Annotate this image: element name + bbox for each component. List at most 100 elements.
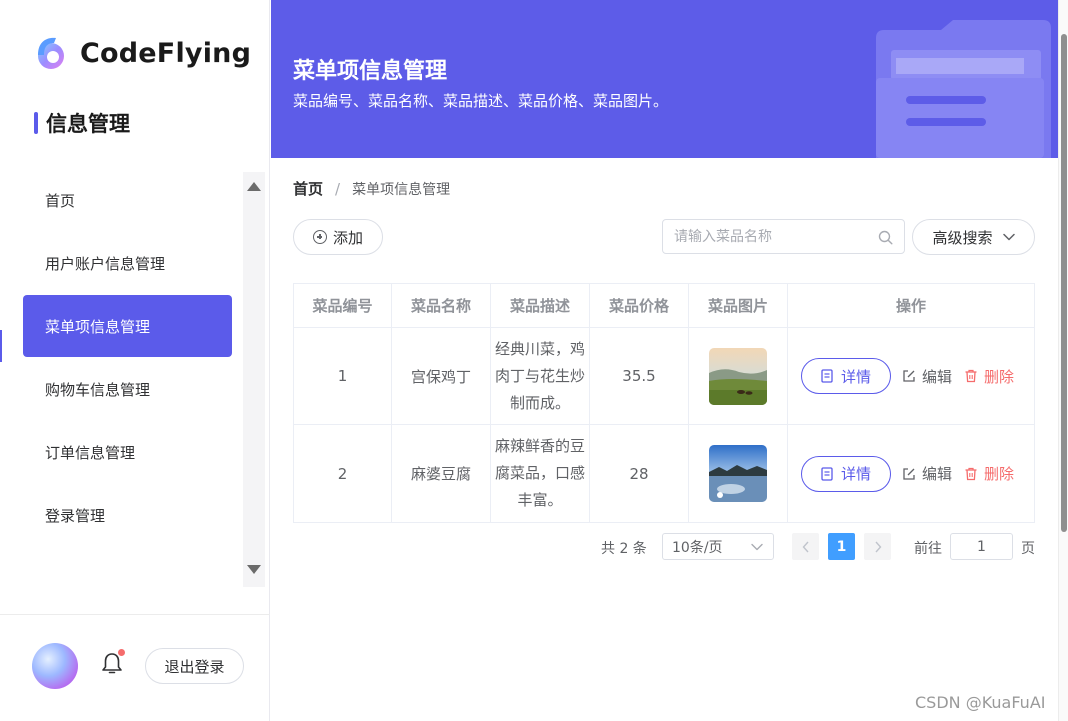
cell-description: 经典川菜，鸡肉丁与花生炒制而成。	[491, 328, 590, 424]
trash-icon	[965, 467, 977, 480]
goto-label: 前往	[914, 541, 942, 557]
breadcrumb-home[interactable]: 首页	[293, 178, 323, 199]
watermark: CSDN @KuaFuAI	[915, 693, 1046, 712]
table-row: 2 麻婆豆腐 麻辣鲜香的豆腐菜品，口感丰富。 28 详情 编辑 删除	[294, 425, 1034, 522]
table-row: 1 宫保鸡丁 经典川菜，鸡肉丁与花生炒制而成。 35.5 详情 编辑 删除	[294, 328, 1034, 425]
avatar[interactable]	[32, 643, 78, 689]
section-title-bar	[34, 112, 38, 134]
cell-id: 1	[294, 328, 392, 424]
advanced-search-button[interactable]: 高级搜索	[912, 219, 1035, 255]
sidebar-scrollbar[interactable]	[243, 172, 265, 587]
sidebar-menu: 首页 用户账户信息管理 菜单项信息管理 购物车信息管理 订单信息管理 登录管理	[23, 169, 243, 589]
cell-price: 28	[590, 425, 689, 522]
cell-name: 宫保鸡丁	[392, 328, 491, 424]
advanced-search-label: 高级搜索	[932, 228, 993, 247]
app-name: CodeFlying	[80, 37, 252, 69]
dish-thumbnail[interactable]	[709, 347, 767, 405]
sidebar-item-label: 购物车信息管理	[45, 380, 151, 399]
sidebar-item-orders[interactable]: 订单信息管理	[23, 421, 232, 483]
cell-price: 35.5	[590, 328, 689, 424]
row-actions: 详情 编辑 删除	[788, 455, 1034, 492]
breadcrumb: 首页 / 菜单项信息管理	[293, 178, 450, 199]
delete-button-label: 删除	[984, 367, 1015, 386]
add-button[interactable]: 添加	[293, 219, 383, 255]
search-box[interactable]	[662, 219, 905, 254]
plus-circle-icon	[312, 230, 327, 244]
sidebar-item-label: 菜单项信息管理	[45, 317, 151, 336]
cell-description-text: 经典川菜，鸡肉丁与花生炒制而成。	[494, 339, 585, 412]
column-header-image: 菜品图片	[689, 284, 788, 327]
section-title-text: 信息管理	[46, 112, 130, 136]
edit-icon	[903, 467, 915, 480]
sidebar-item-label: 订单信息管理	[45, 443, 136, 462]
page-subtitle: 菜品编号、菜品名称、菜品描述、菜品价格、菜品图片。	[293, 92, 669, 110]
edit-button-label: 编辑	[922, 465, 953, 483]
cell-description: 麻辣鲜香的豆腐菜品，口感丰富。	[491, 425, 590, 522]
notification-dot	[118, 649, 125, 656]
detail-button[interactable]: 详情	[801, 455, 891, 492]
column-header-id: 菜品编号	[294, 284, 392, 327]
goto-unit: 页	[1021, 541, 1035, 557]
page-number-button[interactable]: 1	[828, 533, 855, 560]
folder-illustration-icon	[876, 20, 1051, 158]
delete-button-label: 删除	[984, 465, 1015, 483]
edit-button[interactable]: 编辑	[902, 463, 952, 484]
sidebar: CodeFlying 信息管理 首页 用户账户信息管理 菜单项信息管理 购物车信…	[0, 0, 270, 721]
page-size-value: 10条/页	[672, 539, 723, 556]
active-edge-marker	[0, 330, 2, 362]
breadcrumb-separator: /	[335, 179, 341, 198]
column-header-description: 菜品描述	[491, 284, 590, 327]
add-button-label: 添加	[332, 228, 363, 247]
delete-button[interactable]: 删除	[964, 463, 1014, 484]
menu-items-table: 菜品编号 菜品名称 菜品描述 菜品价格 菜品图片 操作 1 宫保鸡丁 经典川菜，…	[293, 283, 1035, 523]
prev-page-button[interactable]	[792, 533, 819, 560]
goto-page-input[interactable]: 1	[950, 533, 1013, 560]
trash-icon	[965, 369, 977, 383]
scroll-up-arrow-icon[interactable]	[247, 182, 261, 191]
sidebar-item-login-management[interactable]: 登录管理	[23, 484, 232, 546]
breadcrumb-current: 菜单项信息管理	[352, 181, 451, 198]
sidebar-footer: 退出登录	[0, 614, 270, 721]
cell-actions: 详情 编辑 删除	[788, 328, 1034, 424]
pagination-total: 共 2 条	[601, 541, 647, 557]
search-input[interactable]	[674, 227, 874, 247]
dish-thumbnail[interactable]	[709, 445, 767, 502]
cell-id: 2	[294, 425, 392, 522]
cell-image	[689, 328, 788, 424]
sidebar-item-shopping-cart[interactable]: 购物车信息管理	[23, 358, 232, 420]
sidebar-item-label: 首页	[45, 191, 76, 210]
detail-button[interactable]: 详情	[801, 358, 891, 394]
edit-button[interactable]: 编辑	[902, 366, 952, 387]
logo: CodeFlying	[32, 34, 251, 72]
scroll-down-arrow-icon[interactable]	[247, 565, 261, 574]
search-icon[interactable]	[878, 230, 893, 245]
column-header-actions: 操作	[895, 297, 926, 315]
page-title: 菜单项信息管理	[293, 59, 448, 84]
page-size-select[interactable]: 10条/页	[662, 533, 774, 560]
chevron-down-icon	[751, 543, 763, 551]
column-header-name: 菜品名称	[392, 284, 491, 327]
page-scrollbar-thumb[interactable]	[1061, 34, 1067, 532]
sidebar-item-label: 用户账户信息管理	[45, 254, 166, 273]
cell-image	[689, 425, 788, 522]
edit-button-label: 编辑	[922, 367, 953, 386]
detail-button-label: 详情	[840, 367, 871, 386]
sidebar-item-user-accounts[interactable]: 用户账户信息管理	[23, 232, 232, 294]
cell-description-text: 麻辣鲜香的豆腐菜品，口感丰富。	[494, 437, 585, 509]
next-page-button[interactable]	[864, 533, 891, 560]
logout-button[interactable]: 退出登录	[145, 648, 244, 684]
sidebar-item-menu-items[interactable]: 菜单项信息管理	[23, 295, 232, 357]
cell-name: 麻婆豆腐	[392, 425, 491, 522]
section-title: 信息管理	[34, 108, 130, 138]
edit-icon	[903, 370, 915, 382]
document-icon	[821, 466, 833, 481]
document-icon	[821, 369, 833, 383]
row-actions: 详情 编辑 删除	[788, 358, 1034, 394]
chevron-right-icon	[874, 541, 881, 552]
chevron-down-icon	[1002, 233, 1015, 241]
detail-button-label: 详情	[840, 465, 871, 483]
sidebar-item-home[interactable]: 首页	[23, 169, 232, 231]
column-header-price: 菜品价格	[590, 284, 689, 327]
delete-button[interactable]: 删除	[964, 366, 1014, 387]
cell-actions: 详情 编辑 删除	[788, 425, 1034, 522]
